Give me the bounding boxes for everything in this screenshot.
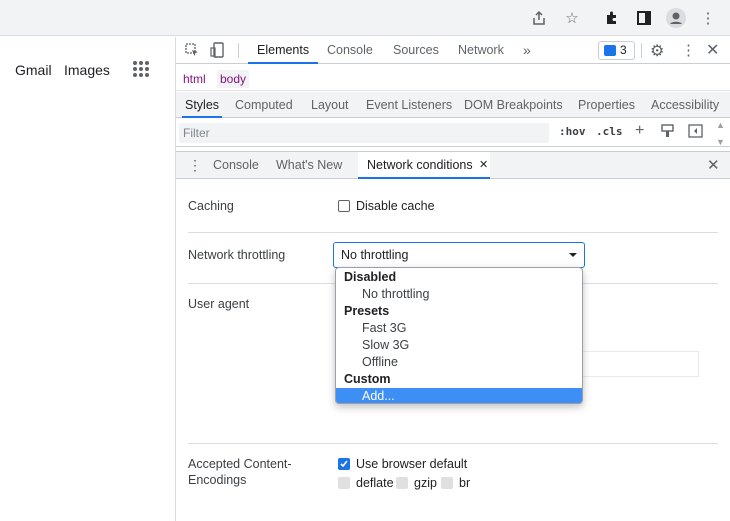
user-agent-label: User agent <box>188 297 250 311</box>
browser-toolbar: ☆ ⋮ <box>0 0 730 36</box>
gmail-link[interactable]: Gmail <box>15 62 52 78</box>
tab-dom-breakpoints[interactable]: DOM Breakpoints <box>464 92 563 118</box>
cls-toggle-button[interactable]: .cls <box>596 125 623 138</box>
chevron-down-icon <box>569 253 577 257</box>
use-browser-default-checkbox[interactable] <box>338 458 350 470</box>
close-devtools-icon[interactable]: ✕ <box>706 40 719 60</box>
close-drawer-icon[interactable]: ✕ <box>707 156 720 174</box>
tab-console[interactable]: Console <box>327 37 373 64</box>
option-fast-3g[interactable]: Fast 3G <box>336 320 582 337</box>
user-agent-input[interactable] <box>576 351 699 377</box>
side-panel-icon[interactable] <box>632 6 656 30</box>
network-throttling-label: Network throttling <box>188 248 286 262</box>
tab-sources[interactable]: Sources <box>393 37 439 64</box>
tab-event-listeners[interactable]: Event Listeners <box>366 92 452 118</box>
tab-computed[interactable]: Computed <box>235 92 293 118</box>
tab-elements[interactable]: Elements <box>248 37 319 64</box>
close-tab-icon[interactable]: ✕ <box>479 152 488 179</box>
option-offline[interactable]: Offline <box>336 354 582 371</box>
divider <box>188 232 718 233</box>
drawer-tab-network-conditions[interactable]: Network conditions ✕ <box>358 152 490 179</box>
crumb-html[interactable]: html <box>180 70 209 88</box>
settings-gear-icon[interactable]: ⚙ <box>650 41 664 61</box>
drawer-tab-whats-new[interactable]: What's New <box>276 152 342 179</box>
tab-network[interactable]: Network <box>458 37 504 64</box>
caching-label: Caching <box>188 199 234 213</box>
drawer-tabbar: ⋮ Console What's New Network conditions … <box>176 151 730 179</box>
dropdown-group-disabled: Disabled <box>344 270 397 284</box>
disable-cache-checkbox[interactable] <box>338 200 350 212</box>
br-checkbox[interactable] <box>441 477 453 489</box>
throttling-dropdown-list: Disabled No throttling Presets Fast 3G S… <box>335 267 583 404</box>
tab-accessibility[interactable]: Accessibility <box>651 92 719 118</box>
chrome-menu-icon[interactable]: ⋮ <box>696 6 720 30</box>
encodings-label-line1: Accepted Content- <box>188 457 292 471</box>
option-slow-3g[interactable]: Slow 3G <box>336 337 582 354</box>
apps-grid-icon[interactable] <box>133 61 149 77</box>
tab-properties[interactable]: Properties <box>578 92 635 118</box>
divider <box>238 43 239 58</box>
scroll-down-arrow-icon[interactable]: ▼ <box>716 137 725 147</box>
throttling-selected-value: No throttling <box>341 248 409 262</box>
hov-toggle-button[interactable]: :hov <box>559 125 586 138</box>
gzip-checkbox[interactable] <box>396 477 408 489</box>
devtools-panel: Elements Console Sources Network » 3 ⚙ ⋮… <box>176 37 730 521</box>
extensions-puzzle-icon[interactable] <box>600 6 624 30</box>
dropdown-group-custom: Custom <box>344 372 391 386</box>
device-toolbar-icon[interactable] <box>210 42 226 61</box>
drawer-tab-label: Network conditions <box>367 158 473 172</box>
devtools-menu-icon[interactable]: ⋮ <box>681 41 696 59</box>
drawer-tab-console[interactable]: Console <box>213 152 259 179</box>
styles-filter-bar: Filter :hov .cls + <box>176 119 730 147</box>
scroll-up-arrow-icon[interactable]: ▲ <box>716 120 725 130</box>
divider <box>188 443 718 444</box>
images-link[interactable]: Images <box>64 62 110 78</box>
more-tabs-chevron-icon[interactable]: » <box>523 37 531 64</box>
dropdown-group-presets: Presets <box>344 304 390 318</box>
option-add[interactable]: Add... <box>336 388 582 403</box>
disable-cache-label: Disable cache <box>356 199 435 213</box>
deflate-checkbox[interactable] <box>338 477 350 489</box>
throttling-select[interactable]: No throttling <box>333 242 585 268</box>
encodings-label-line2: Encodings <box>188 473 247 487</box>
option-no-throttling[interactable]: No throttling <box>336 286 582 303</box>
filter-input[interactable]: Filter <box>179 123 549 143</box>
gzip-label: gzip <box>414 476 437 490</box>
elements-subtabs: Styles Computed Layout Event Listeners D… <box>176 92 730 118</box>
crumb-body[interactable]: body <box>217 70 250 88</box>
profile-avatar-icon[interactable] <box>664 6 688 30</box>
devtools-tabbar: Elements Console Sources Network » 3 ⚙ ⋮… <box>176 37 730 64</box>
deflate-label: deflate <box>356 476 394 490</box>
issues-counter-button[interactable]: 3 <box>598 41 635 60</box>
issues-count: 3 <box>620 43 627 57</box>
bookmark-star-icon[interactable]: ☆ <box>560 6 584 30</box>
breadcrumb: html body <box>176 65 730 91</box>
tab-layout[interactable]: Layout <box>311 92 349 118</box>
web-page: Gmail Images <box>0 37 176 521</box>
toggle-sidebar-icon[interactable] <box>688 124 703 141</box>
drawer-menu-icon[interactable]: ⋮ <box>188 157 202 174</box>
tab-styles[interactable]: Styles <box>182 92 223 118</box>
add-rule-icon[interactable]: + <box>635 122 644 140</box>
share-icon[interactable] <box>527 6 551 30</box>
divider <box>641 43 642 58</box>
br-label: br <box>459 476 471 490</box>
issues-message-icon <box>604 45 616 56</box>
use-browser-default-label: Use browser default <box>356 457 468 471</box>
paint-brush-icon[interactable] <box>661 124 674 141</box>
inspect-element-icon[interactable] <box>185 43 200 61</box>
